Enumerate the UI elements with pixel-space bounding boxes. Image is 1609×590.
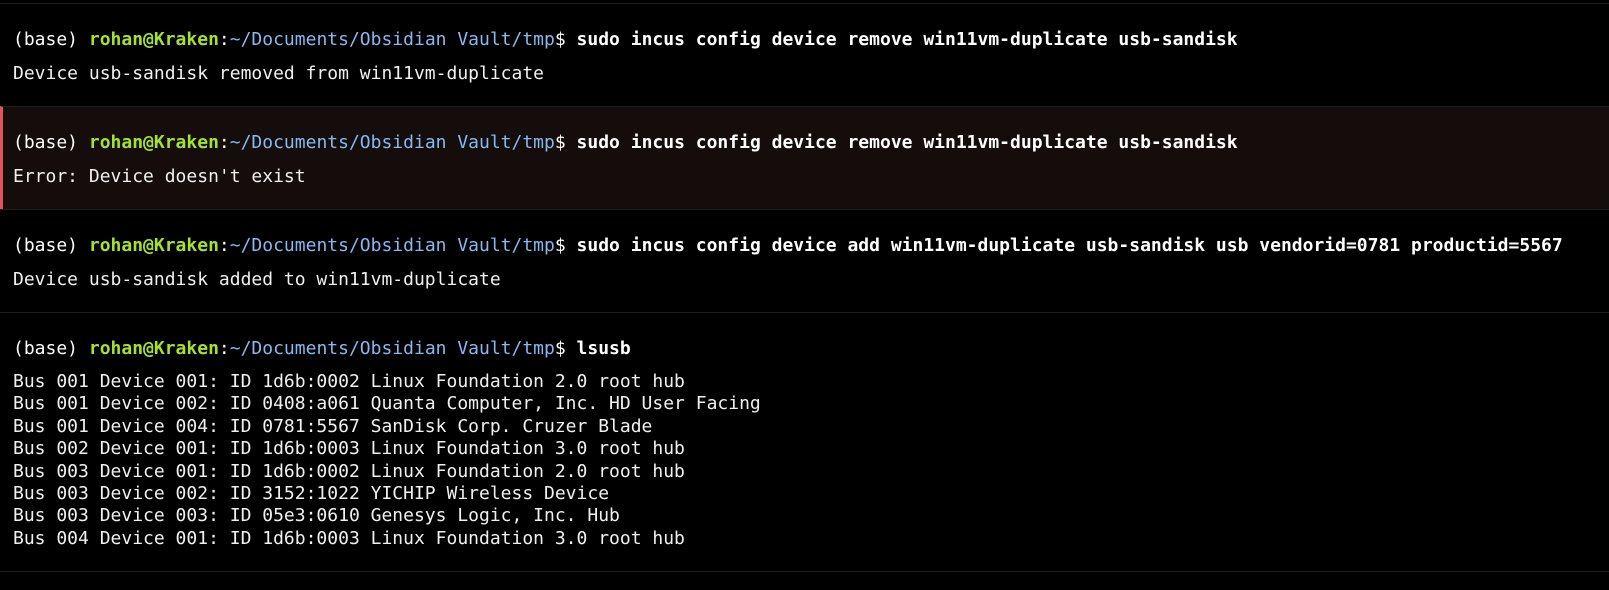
command-text[interactable]: lsusb [577, 338, 631, 359]
conda-env: (base) [13, 132, 89, 153]
usb-device-line: Bus 001 Device 004: ID 0781:5567 SanDisk… [13, 415, 653, 437]
usb-device-line: Bus 004 Device 001: ID 1d6b:0003 Linux F… [13, 527, 685, 549]
command-text[interactable]: sudo incus config device remove win11vm-… [577, 132, 1238, 153]
command-text[interactable]: sudo incus config device remove win11vm-… [577, 29, 1238, 50]
prompt-line: (base) rohan@Kraken:~/Documents/Obsidian… [13, 131, 1609, 154]
usb-device-line: Bus 003 Device 001: ID 1d6b:0002 Linux F… [13, 460, 685, 482]
command-text[interactable]: sudo incus config device add win11vm-dup… [577, 235, 1563, 256]
output-line: Device usb-sandisk added to win11vm-dupl… [13, 269, 501, 290]
prompt-separator: : [218, 29, 230, 50]
prompt-symbol: $ [554, 132, 577, 153]
prompt-separator: : [218, 132, 230, 153]
command-block[interactable]: (base) rohan@Kraken:~/Documents/Obsidian… [0, 209, 1609, 312]
working-directory: ~/Documents/Obsidian Vault/tmp [229, 338, 555, 359]
command-block-error[interactable]: (base) rohan@Kraken:~/Documents/Obsidian… [0, 106, 1609, 209]
usb-device-line: Bus 003 Device 003: ID 05e3:0610 Genesys… [13, 505, 620, 527]
command-block[interactable]: (base) rohan@Kraken:~/Documents/Obsidian… [0, 312, 1609, 572]
working-directory: ~/Documents/Obsidian Vault/tmp [229, 29, 555, 50]
command-block[interactable]: (base) rohan@Kraken:~/Documents/Obsidian… [0, 3, 1609, 106]
user-host: rohan@Kraken [88, 235, 219, 256]
error-output-line: Error: Device doesn't exist [13, 166, 306, 187]
prompt-symbol: $ [554, 235, 577, 256]
working-directory: ~/Documents/Obsidian Vault/tmp [229, 235, 555, 256]
user-host: rohan@Kraken [88, 132, 219, 153]
prompt-line: (base) rohan@Kraken:~/Documents/Obsidian… [13, 28, 1609, 51]
prompt-symbol: $ [554, 338, 577, 359]
working-directory: ~/Documents/Obsidian Vault/tmp [229, 132, 555, 153]
terminal-window[interactable]: (base) rohan@Kraken:~/Documents/Obsidian… [0, 0, 1609, 590]
prompt-line: (base) rohan@Kraken:~/Documents/Obsidian… [13, 234, 1609, 257]
user-host: rohan@Kraken [88, 338, 219, 359]
conda-env: (base) [13, 338, 89, 359]
usb-device-line: Bus 003 Device 002: ID 3152:1022 YICHIP … [13, 482, 610, 504]
conda-env: (base) [13, 235, 89, 256]
conda-env: (base) [13, 29, 89, 50]
prompt-line: (base) rohan@Kraken:~/Documents/Obsidian… [13, 337, 1609, 360]
output-line: Device usb-sandisk removed from win11vm-… [13, 63, 545, 84]
prompt-separator: : [218, 235, 230, 256]
usb-device-line: Bus 001 Device 001: ID 1d6b:0002 Linux F… [13, 371, 685, 392]
prompt-symbol: $ [554, 29, 577, 50]
prompt-separator: : [218, 338, 230, 359]
usb-device-line: Bus 002 Device 001: ID 1d6b:0003 Linux F… [13, 438, 685, 460]
user-host: rohan@Kraken [88, 29, 219, 50]
usb-device-line: Bus 001 Device 002: ID 0408:a061 Quanta … [13, 393, 761, 415]
